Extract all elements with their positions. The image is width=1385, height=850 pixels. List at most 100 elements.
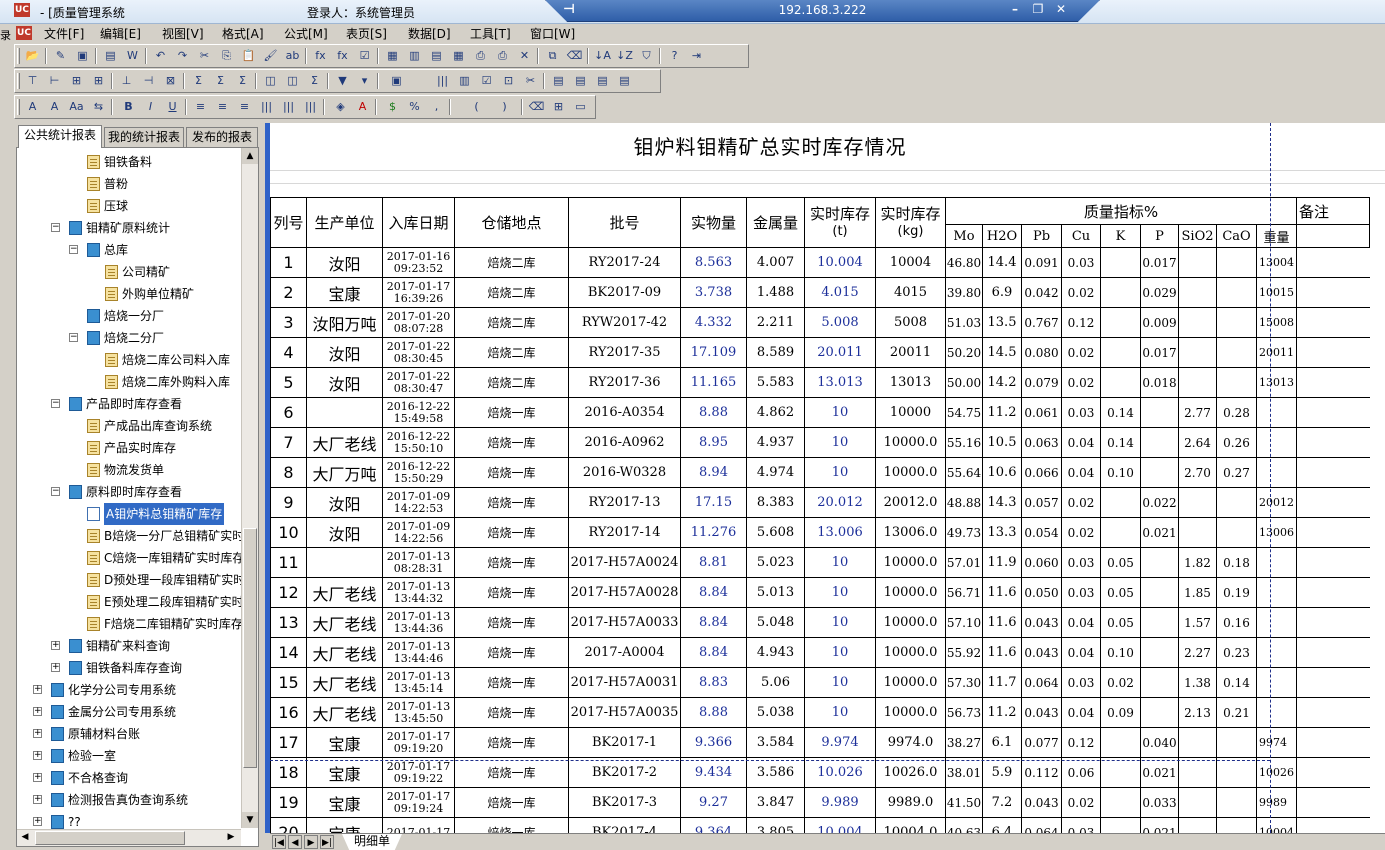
cell-actual[interactable]: 8.84: [680, 577, 747, 608]
cell-realtime-kg[interactable]: 10000.0: [875, 697, 946, 728]
tree-node[interactable]: B焙烧一分厂总钼精矿实时库存: [17, 525, 258, 547]
cell-h2o[interactable]: 14.2: [982, 367, 1022, 398]
tree-node[interactable]: − 焙烧二分厂: [17, 327, 241, 349]
font-size-icon[interactable]: A: [45, 98, 64, 116]
cell-remark[interactable]: [1296, 277, 1370, 308]
table-row[interactable]: 10 汝阳 2017-01-09 14:22:56 焙烧一库 RY2017-14 11.27…: [270, 517, 1370, 548]
cell-realtime-t[interactable]: 13.006: [804, 517, 876, 548]
expand-icon[interactable]: +: [33, 685, 42, 694]
cell-date[interactable]: 2017-01-13 13:44:46: [382, 637, 455, 668]
cell-date[interactable]: 2017-01-13 13:45:50: [382, 697, 455, 728]
cell-mo[interactable]: 50.00: [945, 367, 983, 398]
cell-location[interactable]: 焙烧二库: [454, 247, 569, 278]
exit-icon[interactable]: ⇥: [687, 47, 706, 65]
collapse-icon[interactable]: −: [51, 487, 60, 496]
cell-cao[interactable]: [1216, 817, 1257, 833]
cell-unit[interactable]: 宝康: [306, 787, 383, 818]
cell-mo[interactable]: 57.10: [945, 607, 983, 638]
cell-mo[interactable]: 54.75: [945, 397, 983, 428]
last-sheet-icon[interactable]: ▶|: [320, 835, 334, 849]
cell-k[interactable]: [1100, 307, 1141, 338]
table-row[interactable]: 1 汝阳 2017-01-16 09:23:52 焙烧二库 RY2017-24 8.563 4…: [270, 247, 1370, 278]
cell-pb[interactable]: 0.091: [1021, 247, 1062, 278]
cell-remark[interactable]: [1296, 307, 1370, 338]
cell-h2o[interactable]: 11.6: [982, 577, 1022, 608]
cell-h2o[interactable]: 11.9: [982, 547, 1022, 578]
grid-icon[interactable]: ▦: [383, 47, 402, 65]
cell-weight[interactable]: 10015: [1256, 277, 1297, 308]
cell-k[interactable]: [1100, 367, 1141, 398]
cell-realtime-kg[interactable]: 10000.0: [875, 457, 946, 488]
cell-weight[interactable]: 20011: [1256, 337, 1297, 368]
cell-seq[interactable]: 10: [270, 517, 307, 548]
copy-icon[interactable]: ⎘: [217, 47, 236, 65]
menu-sheet[interactable]: 表页[S]: [342, 25, 391, 42]
cell-batch[interactable]: RY2017-35: [568, 337, 681, 368]
tree-node[interactable]: − 原料即时库存查看: [17, 481, 241, 503]
cell-metal[interactable]: 5.013: [746, 577, 805, 608]
expand-icon[interactable]: +: [33, 729, 42, 738]
cell-realtime-kg[interactable]: 10000.0: [875, 667, 946, 698]
cell-sio2[interactable]: [1178, 487, 1217, 518]
tree-node[interactable]: 普粉: [17, 173, 241, 195]
cell-cu[interactable]: 0.04: [1061, 607, 1101, 638]
undo-icon[interactable]: ↶: [151, 47, 170, 65]
menu-data[interactable]: 数据[D]: [404, 25, 455, 42]
expand-icon[interactable]: +: [33, 751, 42, 760]
cell-k[interactable]: 0.02: [1100, 667, 1141, 698]
cell-cu[interactable]: 0.03: [1061, 547, 1101, 578]
table-row[interactable]: 2 宝康 2017-01-17 16:39:26 焙烧二库 BK2017-09 3.738 1…: [270, 277, 1370, 308]
table-row[interactable]: 13 大厂老线 2017-01-13 13:44:36 焙烧一库 2017-H57A003…: [270, 607, 1370, 638]
cell-remark[interactable]: [1296, 667, 1370, 698]
cell-pb[interactable]: 0.079: [1021, 367, 1062, 398]
table-row[interactable]: 19 宝康 2017-01-17 09:19:24 焙烧一库 BK2017-3 9.27 3.…: [270, 787, 1370, 818]
cell-realtime-t[interactable]: 9.974: [804, 727, 876, 758]
cell-pb[interactable]: 0.043: [1021, 787, 1062, 818]
scroll-left-icon[interactable]: ◀: [17, 830, 33, 845]
cell-batch[interactable]: 2016-A0962: [568, 427, 681, 458]
cell-sio2[interactable]: [1178, 727, 1217, 758]
cell-seq[interactable]: 7: [270, 427, 307, 458]
cell-mo[interactable]: 56.71: [945, 577, 983, 608]
cell-date[interactable]: 2017-01-17 09:19:24: [382, 787, 455, 818]
tree-node[interactable]: 钼铁备料: [17, 151, 241, 173]
cell-h2o[interactable]: 11.6: [982, 607, 1022, 638]
cell-sio2[interactable]: [1178, 757, 1217, 788]
restore-icon[interactable]: ❐: [1029, 2, 1047, 16]
cell-cu[interactable]: 0.02: [1061, 487, 1101, 518]
tree-node[interactable]: 焙烧二库外购料入库: [17, 371, 241, 393]
cell-date[interactable]: 2017-01-17 09:19:20: [382, 727, 455, 758]
cell-seq[interactable]: 16: [270, 697, 307, 728]
cell-date[interactable]: 2017-01-17: [382, 817, 455, 833]
cell-unit[interactable]: 大厂老线: [306, 427, 383, 458]
cell-h2o[interactable]: 11.7: [982, 667, 1022, 698]
pencil-icon[interactable]: ✎: [51, 47, 70, 65]
table-row[interactable]: 3 汝阳万吨 2017-01-20 08:07:28 焙烧二库 RYW2017-42 4.3…: [270, 307, 1370, 338]
cell-metal[interactable]: 5.608: [746, 517, 805, 548]
cell-sio2[interactable]: 2.64: [1178, 427, 1217, 458]
menu-format[interactable]: 格式[A]: [218, 25, 268, 42]
cell-pb[interactable]: 0.061: [1021, 397, 1062, 428]
cell-h2o[interactable]: 14.3: [982, 487, 1022, 518]
tree-node[interactable]: 焙烧一分厂: [17, 305, 241, 327]
menu-file[interactable]: 文件[F]: [40, 25, 88, 42]
cell-mo[interactable]: 41.50: [945, 787, 983, 818]
tree-node[interactable]: F焙烧二库钼精矿实时库存: [17, 613, 243, 635]
table-row[interactable]: 5 汝阳 2017-01-22 08:30:47 焙烧二库 RY2017-36 11.165…: [270, 367, 1370, 398]
table-row[interactable]: 9 汝阳 2017-01-09 14:22:53 焙烧一库 RY2017-13 17.15 8…: [270, 487, 1370, 518]
tree-node[interactable]: C焙烧一库钼精矿实时库存: [17, 547, 244, 569]
cell-remark[interactable]: [1296, 367, 1370, 398]
cut-rows-icon[interactable]: ✂: [521, 72, 540, 90]
cell-p[interactable]: [1140, 697, 1179, 728]
cell-cu[interactable]: 0.12: [1061, 727, 1101, 758]
cell-date[interactable]: 2017-01-22 08:30:47: [382, 367, 455, 398]
font-style-icon[interactable]: Aa: [67, 98, 86, 116]
cell-realtime-t[interactable]: 10: [804, 667, 876, 698]
cell-seq[interactable]: 5: [270, 367, 307, 398]
scroll-down-icon[interactable]: ▼: [242, 812, 258, 828]
cell-sio2[interactable]: [1178, 277, 1217, 308]
cell-weight[interactable]: 9989: [1256, 787, 1297, 818]
sheet-icon[interactable]: ▦: [449, 47, 468, 65]
save-icon[interactable]: ▣: [73, 47, 92, 65]
check-icon[interactable]: ☑: [355, 47, 374, 65]
